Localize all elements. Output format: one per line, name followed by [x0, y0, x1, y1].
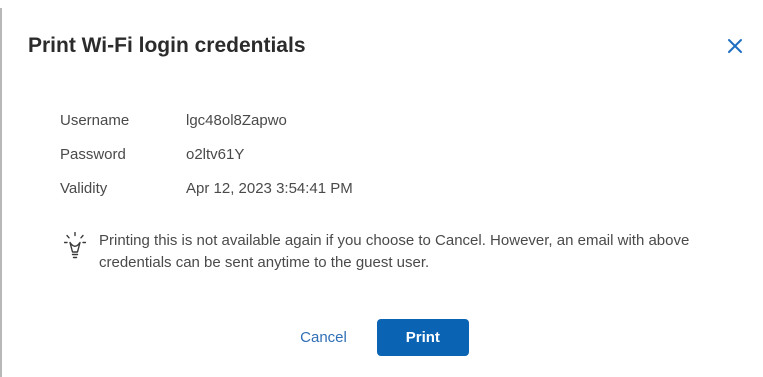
username-value: lgc48ol8Zapwo [186, 112, 287, 129]
close-button[interactable] [721, 32, 749, 60]
credentials-table: Username lgc48ol8Zapwo Password o2ltv61Y… [60, 112, 353, 214]
dialog-title: Print Wi-Fi login credentials [28, 34, 306, 57]
password-value: o2ltv61Y [186, 146, 245, 163]
credentials-row-username: Username lgc48ol8Zapwo [60, 112, 353, 146]
password-label: Password [60, 146, 126, 163]
validity-value: Apr 12, 2023 3:54:41 PM [186, 180, 353, 197]
notice-text: Printing this is not available again if … [99, 232, 690, 271]
credentials-row-password: Password o2ltv61Y [60, 146, 353, 180]
validity-label: Validity [60, 180, 108, 197]
credentials-row-validity: Validity Apr 12, 2023 3:54:41 PM [60, 180, 353, 214]
print-credentials-dialog: Print Wi-Fi login credentials Username l… [2, 8, 763, 377]
print-notice: Printing this is not available again if … [64, 230, 739, 274]
cancel-button[interactable]: Cancel [300, 323, 347, 352]
dialog-actions: Cancel Print [2, 319, 763, 356]
close-icon [728, 39, 742, 53]
username-label: Username [60, 112, 130, 129]
lightbulb-icon [64, 232, 86, 259]
print-button[interactable]: Print [376, 319, 469, 356]
